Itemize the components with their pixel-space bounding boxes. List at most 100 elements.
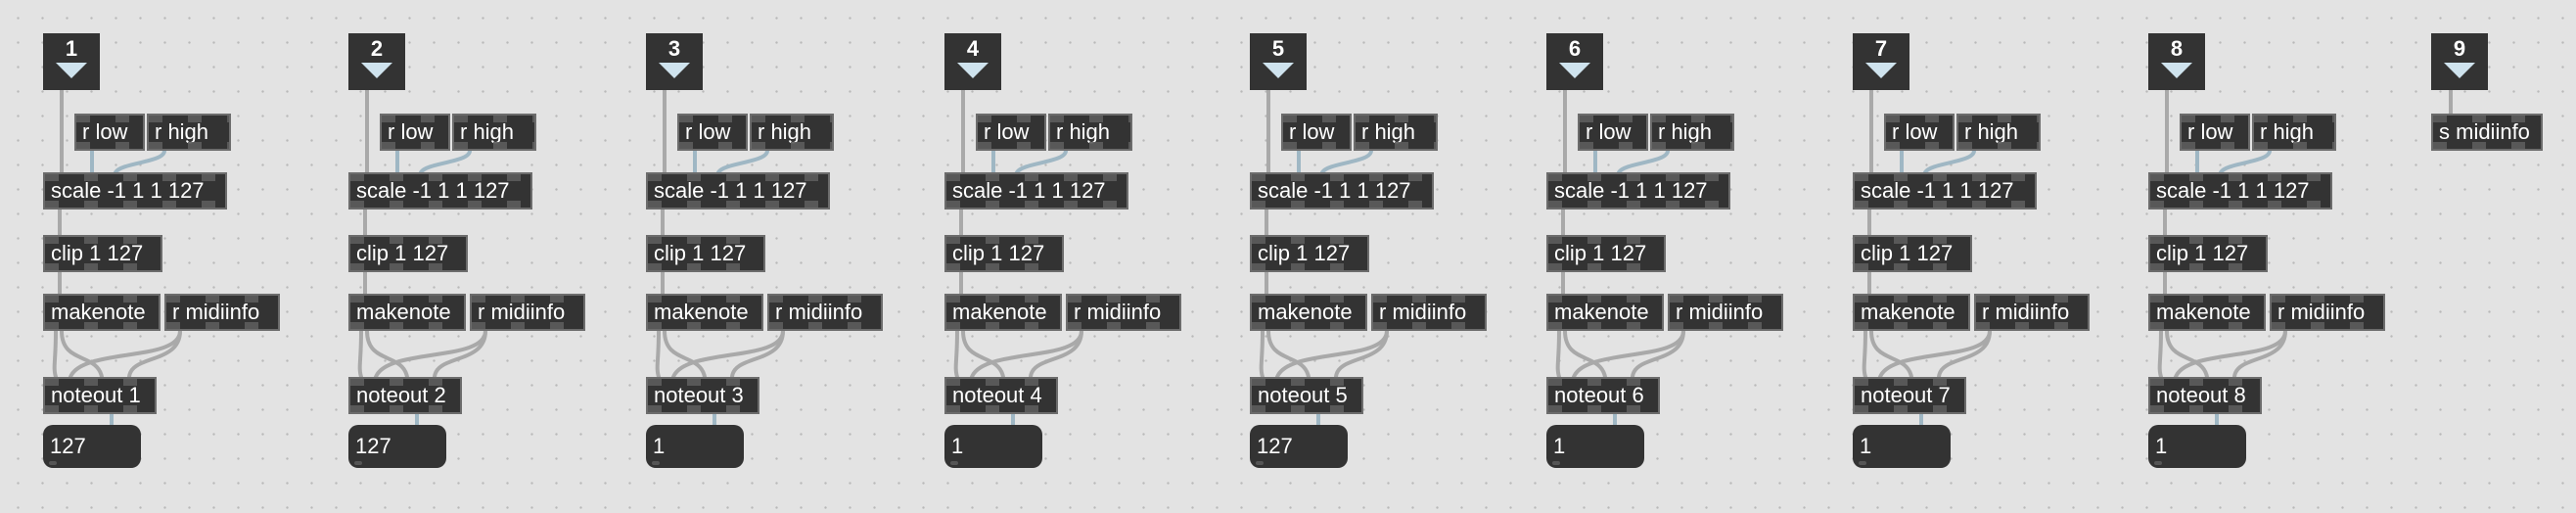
message-box-9[interactable]: 9: [2431, 33, 2488, 90]
message-box-1[interactable]: 1: [43, 33, 100, 90]
r-low-object[interactable]: r low: [976, 114, 1046, 151]
r-midiinfo-object[interactable]: r midiinfo: [1066, 294, 1181, 331]
number-box[interactable]: 127: [1250, 425, 1348, 468]
noteout-object[interactable]: noteout 8: [2148, 377, 2262, 414]
makenote-object[interactable]: makenote: [1853, 294, 1970, 331]
patchcord: [671, 329, 785, 379]
message-label: 4: [966, 36, 980, 61]
noteout-object[interactable]: noteout 7: [1853, 377, 1966, 414]
patchcord: [663, 329, 707, 379]
bang-triangle-icon: [957, 63, 989, 78]
makenote-object[interactable]: makenote: [43, 294, 161, 331]
bang-triangle-icon: [659, 63, 690, 78]
noteout-object[interactable]: noteout 4: [944, 377, 1058, 414]
patchcord: [1617, 149, 1670, 174]
patchcord: [1266, 329, 1311, 379]
patchcord: [953, 329, 959, 379]
message-box-4[interactable]: 4: [944, 33, 1001, 90]
s-midiinfo-object[interactable]: s midiinfo: [2431, 114, 2543, 151]
scale-object[interactable]: scale -1 1 1 127: [646, 172, 830, 210]
message-box-2[interactable]: 2: [348, 33, 405, 90]
clip-object[interactable]: clip 1 127: [1546, 235, 1666, 272]
r-high-object[interactable]: r high: [750, 114, 834, 151]
patchcord: [114, 149, 166, 174]
r-high-object[interactable]: r high: [147, 114, 231, 151]
clip-object[interactable]: clip 1 127: [1250, 235, 1369, 272]
r-low-object[interactable]: r low: [1884, 114, 1955, 151]
message-box-7[interactable]: 7: [1853, 33, 1909, 90]
r-midiinfo-object[interactable]: r midiinfo: [1974, 294, 2090, 331]
r-low-object[interactable]: r low: [2180, 114, 2250, 151]
r-midiinfo-object[interactable]: r midiinfo: [2270, 294, 2385, 331]
makenote-object[interactable]: makenote: [646, 294, 763, 331]
r-midiinfo-object[interactable]: r midiinfo: [1668, 294, 1783, 331]
r-low-object[interactable]: r low: [1281, 114, 1352, 151]
patchcord: [1563, 329, 1607, 379]
number-box[interactable]: 1: [1853, 425, 1951, 468]
r-high-object[interactable]: r high: [1048, 114, 1132, 151]
message-box-8[interactable]: 8: [2148, 33, 2205, 90]
number-box[interactable]: 127: [43, 425, 141, 468]
noteout-object[interactable]: noteout 1: [43, 377, 157, 414]
noteout-object[interactable]: noteout 6: [1546, 377, 1660, 414]
number-box[interactable]: 1: [1546, 425, 1644, 468]
number-box[interactable]: 1: [2148, 425, 2246, 468]
scale-object[interactable]: scale -1 1 1 127: [348, 172, 532, 210]
r-high-object[interactable]: r high: [1354, 114, 1438, 151]
makenote-object[interactable]: makenote: [348, 294, 466, 331]
noteout-object[interactable]: noteout 5: [1250, 377, 1363, 414]
scale-object[interactable]: scale -1 1 1 127: [1250, 172, 1434, 210]
r-low-object[interactable]: r low: [74, 114, 145, 151]
message-label: 1: [65, 36, 78, 61]
r-high-object[interactable]: r high: [1650, 114, 1734, 151]
message-box-3[interactable]: 3: [646, 33, 703, 90]
patchcord: [60, 329, 104, 379]
patchcord: [1878, 329, 1992, 379]
patchcord: [2157, 329, 2163, 379]
clip-object[interactable]: clip 1 127: [944, 235, 1064, 272]
patchcord: [365, 329, 409, 379]
scale-object[interactable]: scale -1 1 1 127: [1546, 172, 1730, 210]
scale-object[interactable]: scale -1 1 1 127: [43, 172, 227, 210]
r-high-object[interactable]: r high: [452, 114, 536, 151]
patchcord: [127, 329, 182, 379]
patchcord: [1923, 149, 1976, 174]
number-box[interactable]: 1: [944, 425, 1042, 468]
bang-triangle-icon: [2161, 63, 2192, 78]
noteout-object[interactable]: noteout 2: [348, 377, 462, 414]
message-box-6[interactable]: 6: [1546, 33, 1603, 90]
scale-object[interactable]: scale -1 1 1 127: [944, 172, 1128, 210]
number-box[interactable]: 1: [646, 425, 744, 468]
patchcord: [2174, 329, 2287, 379]
patchcord: [357, 329, 363, 379]
makenote-object[interactable]: makenote: [2148, 294, 2266, 331]
r-low-object[interactable]: r low: [1578, 114, 1648, 151]
r-low-object[interactable]: r low: [380, 114, 450, 151]
patchcord: [1862, 329, 1867, 379]
r-midiinfo-object[interactable]: r midiinfo: [1371, 294, 1487, 331]
r-high-object[interactable]: r high: [2252, 114, 2336, 151]
r-high-object[interactable]: r high: [1956, 114, 2041, 151]
message-box-5[interactable]: 5: [1250, 33, 1307, 90]
scale-object[interactable]: scale -1 1 1 127: [2148, 172, 2332, 210]
scale-object[interactable]: scale -1 1 1 127: [1853, 172, 2037, 210]
r-low-object[interactable]: r low: [677, 114, 748, 151]
patcher-canvas[interactable]: 1r low r high scale -1 1 1 127 clip 1 127 ma…: [0, 0, 2576, 513]
r-midiinfo-object[interactable]: r midiinfo: [470, 294, 585, 331]
makenote-object[interactable]: makenote: [1546, 294, 1664, 331]
clip-object[interactable]: clip 1 127: [43, 235, 162, 272]
message-label: 7: [1874, 36, 1888, 61]
patchcord: [1869, 329, 1913, 379]
r-midiinfo-object[interactable]: r midiinfo: [767, 294, 883, 331]
clip-object[interactable]: clip 1 127: [2148, 235, 2268, 272]
clip-object[interactable]: clip 1 127: [348, 235, 468, 272]
number-box[interactable]: 127: [348, 425, 446, 468]
clip-object[interactable]: clip 1 127: [1853, 235, 1972, 272]
makenote-object[interactable]: makenote: [1250, 294, 1367, 331]
patchcord: [374, 329, 487, 379]
r-midiinfo-object[interactable]: r midiinfo: [164, 294, 280, 331]
makenote-object[interactable]: makenote: [944, 294, 1062, 331]
clip-object[interactable]: clip 1 127: [646, 235, 765, 272]
bang-triangle-icon: [1865, 63, 1897, 78]
noteout-object[interactable]: noteout 3: [646, 377, 759, 414]
